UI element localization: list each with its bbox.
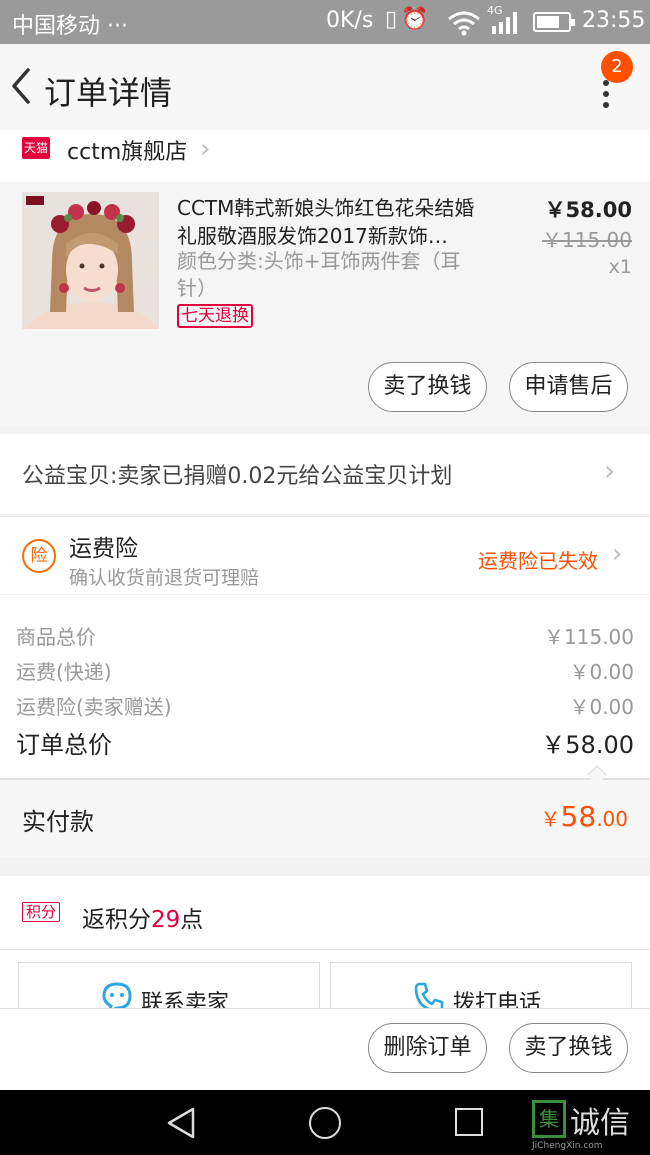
charity-text: 公益宝贝:卖家已捐赠0.02元给公益宝贝计划 <box>22 464 453 489</box>
nav-bar: 订单详情 2 <box>0 44 650 130</box>
status-bar: 中国移动 ··· 0K/s ▯⏰ 4G 23:55 <box>0 0 650 44</box>
summary-label: 运费(快递) <box>16 660 112 684</box>
freight-insurance-row[interactable]: 险 运费险 确认收货前退货可理赔 运费险已失效 › <box>0 516 650 594</box>
after-sale-button[interactable]: 申请售后 <box>509 362 628 412</box>
tmall-logo-icon: 天猫 <box>22 137 50 159</box>
chevron-right-icon: › <box>200 134 211 164</box>
contact-seller-button[interactable]: 联系卖家 <box>18 962 320 1008</box>
watermark-logo-icon: 集 <box>532 1100 566 1138</box>
system-recents-icon[interactable] <box>455 1108 483 1136</box>
original-price: ￥115.00 <box>542 228 632 252</box>
summary-value: ￥0.00 <box>569 660 634 684</box>
call-phone-button[interactable]: 拨打电话 <box>330 962 632 1008</box>
system-home-icon[interactable] <box>309 1107 341 1139</box>
call-phone-label: 拨打电话 <box>453 991 542 1008</box>
system-nav-bar: 集 诚信 JiChengXin.com <box>0 1090 650 1155</box>
product-quantity: x1 <box>608 256 632 278</box>
system-back-icon[interactable] <box>165 1106 197 1140</box>
insurance-title: 运费险 <box>69 536 138 562</box>
vibrate-icon: ▯ <box>385 7 402 32</box>
resell-button[interactable]: 卖了换钱 <box>368 362 487 412</box>
watermark-brand: 诚信 <box>570 1106 630 1141</box>
summary-label: 运费险(卖家赠送) <box>16 695 172 719</box>
points-suffix: 点 <box>180 907 204 933</box>
total-label: 订单总价 <box>16 731 112 759</box>
currency-symbol: ￥ <box>540 807 561 831</box>
paid-decimal: .00 <box>596 807 628 831</box>
chat-icon <box>102 982 132 1008</box>
alarm-icon: ⏰ <box>401 7 433 32</box>
points-tag: 积分 <box>22 902 61 922</box>
signal-icon <box>492 12 517 34</box>
battery-icon <box>533 12 575 32</box>
chevron-right-icon: › <box>604 454 616 487</box>
paid-label: 实付款 <box>22 808 94 836</box>
bottom-action-bar: 删除订单 卖了换钱 <box>0 1008 650 1090</box>
points-text: 返积分29点 <box>82 900 203 934</box>
product-card[interactable]: CCTM韩式新娘头饰红色花朵结婚礼服敬酒服发饰2017新款饰… 颜色分类:头饰+… <box>0 182 650 426</box>
product-price: ￥58.00 <box>544 198 632 222</box>
summary-row-insurance: 运费险(卖家赠送) ￥0.00 <box>16 691 634 720</box>
insurance-icon: 险 <box>22 539 56 573</box>
points-amount: 29 <box>151 907 181 933</box>
back-arrow-icon[interactable] <box>8 66 38 106</box>
product-image <box>22 192 159 329</box>
more-menu-icon[interactable] <box>596 80 616 114</box>
product-sku: 颜色分类:头饰+耳饰两件套（耳针） <box>177 249 461 300</box>
delete-order-button[interactable]: 删除订单 <box>368 1023 487 1073</box>
summary-row-goods: 商品总价 ￥115.00 <box>16 621 634 650</box>
charity-row[interactable]: 公益宝贝:卖家已捐赠0.02元给公益宝贝计划 › <box>0 434 650 514</box>
contact-seller-label: 联系卖家 <box>141 991 230 1008</box>
network-speed: 0K/s <box>326 8 374 33</box>
summary-row-total: 订单总价 ￥58.00 <box>16 725 634 760</box>
summary-row-shipping: 运费(快递) ￥0.00 <box>16 656 634 685</box>
paid-integer: 58 <box>560 800 597 833</box>
paid-amount: ￥58.00 <box>541 800 628 833</box>
status-icons: ▯⏰ <box>385 7 433 32</box>
resell-bottom-button[interactable]: 卖了换钱 <box>509 1023 628 1073</box>
page-title: 订单详情 <box>44 74 173 112</box>
return-policy-tag: 七天退换 <box>177 304 253 328</box>
watermark-site: JiChengXin.com <box>532 1141 603 1151</box>
insurance-subtitle: 确认收货前退货可理赔 <box>69 567 260 589</box>
summary-value: ￥0.00 <box>569 695 634 719</box>
store-name: cctm旗舰店 <box>67 140 188 165</box>
product-title: CCTM韩式新娘头饰红色花朵结婚礼服敬酒服发饰2017新款饰… <box>177 196 475 248</box>
store-row[interactable]: 天猫 cctm旗舰店 › <box>0 130 650 182</box>
points-prefix: 返积分 <box>82 907 151 933</box>
phone-icon <box>414 982 444 1008</box>
points-row: 积分 返积分29点 <box>0 876 650 950</box>
summary-value: ￥115.00 <box>544 625 634 649</box>
summary-label: 商品总价 <box>16 625 96 649</box>
clock: 23:55 <box>582 8 646 33</box>
wifi-icon <box>448 11 480 36</box>
contact-buttons: 联系卖家 拨打电话 <box>0 950 650 1008</box>
chevron-right-icon: › <box>612 539 623 569</box>
carrier-name: 中国移动 ··· <box>12 14 128 39</box>
paid-amount-row: 实付款 ￥58.00 <box>0 780 650 858</box>
notification-badge: 2 <box>601 51 633 83</box>
insurance-status: 运费险已失效 <box>478 549 598 573</box>
total-value: ￥58.00 <box>541 731 634 759</box>
price-summary: 商品总价 ￥115.00 运费(快递) ￥0.00 运费险(卖家赠送) ￥0.0… <box>0 594 650 778</box>
